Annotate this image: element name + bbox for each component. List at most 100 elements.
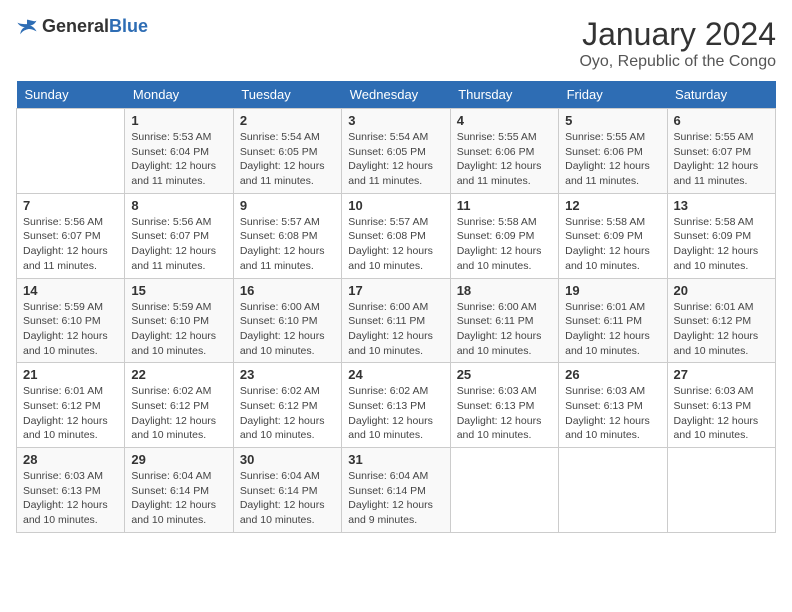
calendar-week-row: 28 Sunrise: 6:03 AMSunset: 6:13 PMDayligh… (17, 448, 776, 533)
day-info: Sunrise: 5:57 AMSunset: 6:08 PMDaylight:… (348, 215, 443, 274)
calendar-cell (450, 448, 558, 533)
day-info: Sunrise: 6:00 AMSunset: 6:11 PMDaylight:… (457, 300, 552, 359)
day-number: 1 (131, 113, 226, 128)
calendar-cell: 31 Sunrise: 6:04 AMSunset: 6:14 PMDayligh… (342, 448, 450, 533)
calendar-cell: 5 Sunrise: 5:55 AMSunset: 6:06 PMDaylight… (559, 109, 667, 194)
day-of-week-header: Monday (125, 81, 233, 109)
day-info: Sunrise: 5:58 AMSunset: 6:09 PMDaylight:… (457, 215, 552, 274)
day-info: Sunrise: 6:02 AMSunset: 6:12 PMDaylight:… (240, 384, 335, 443)
calendar-cell: 6 Sunrise: 5:55 AMSunset: 6:07 PMDaylight… (667, 109, 775, 194)
calendar-cell: 22 Sunrise: 6:02 AMSunset: 6:12 PMDayligh… (125, 363, 233, 448)
day-info: Sunrise: 5:58 AMSunset: 6:09 PMDaylight:… (565, 215, 660, 274)
day-info: Sunrise: 6:02 AMSunset: 6:12 PMDaylight:… (131, 384, 226, 443)
day-info: Sunrise: 6:04 AMSunset: 6:14 PMDaylight:… (240, 469, 335, 528)
calendar-cell: 25Sunrise: 6:03 AMSunset: 6:13 PMDayligh… (450, 363, 558, 448)
day-info: Sunrise: 6:00 AMSunset: 6:10 PMDaylight:… (240, 300, 335, 359)
day-number: 10 (348, 198, 443, 213)
calendar-cell: 10 Sunrise: 5:57 AMSunset: 6:08 PMDayligh… (342, 193, 450, 278)
calendar-cell: 11 Sunrise: 5:58 AMSunset: 6:09 PMDayligh… (450, 193, 558, 278)
calendar-week-row: 7 Sunrise: 5:56 AMSunset: 6:07 PMDaylight… (17, 193, 776, 278)
calendar-cell: 3 Sunrise: 5:54 AMSunset: 6:05 PMDaylight… (342, 109, 450, 194)
day-of-week-header: Tuesday (233, 81, 341, 109)
main-title: January 2024 (579, 16, 776, 53)
logo-general-text: General (42, 16, 109, 36)
logo: GeneralBlue (16, 16, 148, 37)
day-number: 19 (565, 283, 660, 298)
calendar-cell: 8 Sunrise: 5:56 AMSunset: 6:07 PMDaylight… (125, 193, 233, 278)
calendar-cell: 2Sunrise: 5:54 AMSunset: 6:05 PMDaylight… (233, 109, 341, 194)
calendar-cell (667, 448, 775, 533)
day-number: 23 (240, 367, 335, 382)
day-number: 13 (674, 198, 769, 213)
day-of-week-header: Saturday (667, 81, 775, 109)
day-number: 6 (674, 113, 769, 128)
day-number: 29 (131, 452, 226, 467)
calendar-cell: 19 Sunrise: 6:01 AMSunset: 6:11 PMDayligh… (559, 278, 667, 363)
calendar-cell: 20Sunrise: 6:01 AMSunset: 6:12 PMDayligh… (667, 278, 775, 363)
day-number: 15 (131, 283, 226, 298)
day-number: 31 (348, 452, 443, 467)
day-number: 11 (457, 198, 552, 213)
day-number: 7 (23, 198, 118, 213)
day-number: 8 (131, 198, 226, 213)
day-info: Sunrise: 6:03 AMSunset: 6:13 PMDaylight:… (23, 469, 118, 528)
calendar-week-row: 21 Sunrise: 6:01 AMSunset: 6:12 PMDayligh… (17, 363, 776, 448)
day-of-week-header: Sunday (17, 81, 125, 109)
day-info: Sunrise: 6:02 AMSunset: 6:13 PMDaylight:… (348, 384, 443, 443)
day-number: 5 (565, 113, 660, 128)
day-number: 25 (457, 367, 552, 382)
calendar-cell: 9Sunrise: 5:57 AMSunset: 6:08 PMDaylight… (233, 193, 341, 278)
calendar-cell: 12 Sunrise: 5:58 AMSunset: 6:09 PMDayligh… (559, 193, 667, 278)
day-info: Sunrise: 6:01 AMSunset: 6:11 PMDaylight:… (565, 300, 660, 359)
day-number: 26 (565, 367, 660, 382)
calendar-cell: 28 Sunrise: 6:03 AMSunset: 6:13 PMDayligh… (17, 448, 125, 533)
calendar-cell: 13 Sunrise: 5:58 AMSunset: 6:09 PMDayligh… (667, 193, 775, 278)
day-number: 28 (23, 452, 118, 467)
day-info: Sunrise: 5:56 AMSunset: 6:07 PMDaylight:… (131, 215, 226, 274)
day-number: 3 (348, 113, 443, 128)
day-info: Sunrise: 6:00 AMSunset: 6:11 PMDaylight:… (348, 300, 443, 359)
calendar-cell: 26Sunrise: 6:03 AMSunset: 6:13 PMDayligh… (559, 363, 667, 448)
day-info: Sunrise: 5:54 AMSunset: 6:05 PMDaylight:… (240, 130, 335, 189)
day-number: 16 (240, 283, 335, 298)
day-of-week-header: Friday (559, 81, 667, 109)
sub-title: Oyo, Republic of the Congo (579, 53, 776, 71)
day-info: Sunrise: 5:57 AMSunset: 6:08 PMDaylight:… (240, 215, 335, 274)
day-number: 4 (457, 113, 552, 128)
logo-bird-icon (16, 18, 38, 36)
calendar-table: SundayMondayTuesdayWednesdayThursdayFrid… (16, 81, 776, 533)
day-info: Sunrise: 6:04 AMSunset: 6:14 PMDaylight:… (348, 469, 443, 528)
day-info: Sunrise: 5:59 AMSunset: 6:10 PMDaylight:… (23, 300, 118, 359)
day-number: 17 (348, 283, 443, 298)
day-info: Sunrise: 5:55 AMSunset: 6:07 PMDaylight:… (674, 130, 769, 189)
calendar-week-row: 14Sunrise: 5:59 AMSunset: 6:10 PMDayligh… (17, 278, 776, 363)
calendar-cell: 30Sunrise: 6:04 AMSunset: 6:14 PMDayligh… (233, 448, 341, 533)
calendar-cell: 24 Sunrise: 6:02 AMSunset: 6:13 PMDayligh… (342, 363, 450, 448)
logo-blue-text: Blue (109, 16, 148, 36)
day-info: Sunrise: 6:04 AMSunset: 6:14 PMDaylight:… (131, 469, 226, 528)
calendar-cell: 21 Sunrise: 6:01 AMSunset: 6:12 PMDayligh… (17, 363, 125, 448)
day-info: Sunrise: 5:54 AMSunset: 6:05 PMDaylight:… (348, 130, 443, 189)
calendar-cell: 14Sunrise: 5:59 AMSunset: 6:10 PMDayligh… (17, 278, 125, 363)
calendar-week-row: 1 Sunrise: 5:53 AMSunset: 6:04 PMDaylight… (17, 109, 776, 194)
day-info: Sunrise: 6:03 AMSunset: 6:13 PMDaylight:… (674, 384, 769, 443)
day-number: 24 (348, 367, 443, 382)
day-of-week-header: Thursday (450, 81, 558, 109)
calendar-cell: 16 Sunrise: 6:00 AMSunset: 6:10 PMDayligh… (233, 278, 341, 363)
calendar-cell: 1 Sunrise: 5:53 AMSunset: 6:04 PMDaylight… (125, 109, 233, 194)
day-info: Sunrise: 5:59 AMSunset: 6:10 PMDaylight:… (131, 300, 226, 359)
day-info: Sunrise: 5:58 AMSunset: 6:09 PMDaylight:… (674, 215, 769, 274)
day-info: Sunrise: 5:55 AMSunset: 6:06 PMDaylight:… (457, 130, 552, 189)
calendar-cell: 18Sunrise: 6:00 AMSunset: 6:11 PMDayligh… (450, 278, 558, 363)
title-area: January 2024 Oyo, Republic of the Congo (579, 16, 776, 71)
day-number: 22 (131, 367, 226, 382)
day-number: 12 (565, 198, 660, 213)
calendar-cell: 23 Sunrise: 6:02 AMSunset: 6:12 PMDayligh… (233, 363, 341, 448)
day-info: Sunrise: 5:55 AMSunset: 6:06 PMDaylight:… (565, 130, 660, 189)
day-info: Sunrise: 6:01 AMSunset: 6:12 PMDaylight:… (23, 384, 118, 443)
day-number: 27 (674, 367, 769, 382)
calendar-cell (17, 109, 125, 194)
day-number: 21 (23, 367, 118, 382)
day-info: Sunrise: 5:53 AMSunset: 6:04 PMDaylight:… (131, 130, 226, 189)
calendar-cell: 17 Sunrise: 6:00 AMSunset: 6:11 PMDayligh… (342, 278, 450, 363)
